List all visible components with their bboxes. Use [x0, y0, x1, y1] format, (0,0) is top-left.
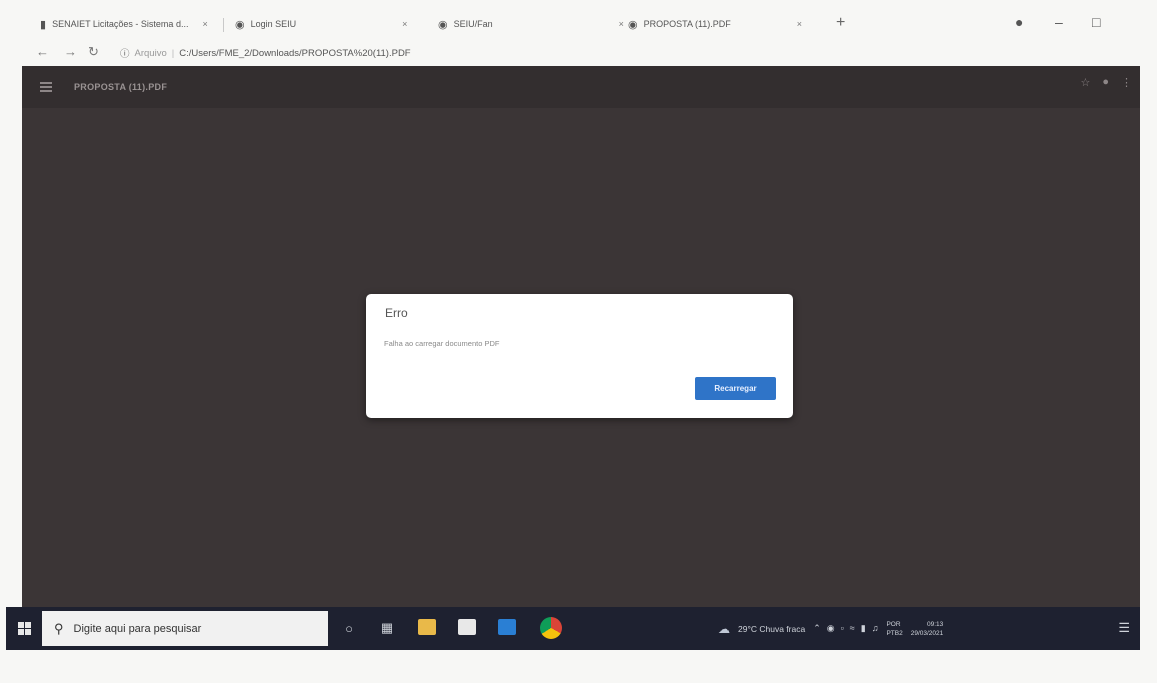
address-scheme: Arquivo: [134, 47, 167, 59]
tab-strip: ▮ SENAIET Licitações - Sistema d... × ◉ …: [30, 8, 1140, 38]
account-icon[interactable]: ●: [1102, 76, 1109, 89]
tab-divider: [223, 18, 224, 32]
language-indicator[interactable]: POR PTB2: [886, 620, 902, 638]
globe-icon: ◉: [235, 18, 245, 31]
cortana-icon[interactable]: ○: [340, 619, 358, 637]
dialog-title: Erro: [385, 306, 408, 320]
tab-login[interactable]: ◉ Login SEIU ×: [235, 12, 407, 36]
weather-cloud-icon[interactable]: ☁: [718, 622, 730, 636]
globe-icon: ◉: [438, 18, 448, 31]
close-icon[interactable]: ×: [797, 19, 802, 29]
menu-icon[interactable]: [40, 82, 52, 92]
keyboard-layout: PTB2: [886, 629, 903, 637]
clock-time: 09:13: [926, 620, 944, 628]
document-icon: ▮: [40, 18, 47, 31]
forward-icon[interactable]: →: [64, 44, 77, 59]
speaker-icon[interactable]: ♫: [872, 623, 879, 634]
tab-label: Login SEIU: [250, 19, 297, 29]
address-divider: |: [171, 47, 175, 59]
profile-icon[interactable]: ●: [1015, 14, 1023, 30]
search-placeholder: Digite aqui para pesquisar: [73, 622, 202, 635]
task-view-icon[interactable]: ▦: [378, 619, 396, 637]
chrome-icon[interactable]: [540, 617, 562, 639]
store-icon[interactable]: [458, 619, 476, 635]
more-options-icon[interactable]: ⋮: [1121, 76, 1132, 89]
security-icon[interactable]: ◉: [827, 623, 835, 634]
start-button[interactable]: [6, 607, 42, 650]
search-icon: ⚲: [54, 620, 64, 636]
tab-label: SENAIET Licitações - Sistema d...: [52, 19, 189, 29]
clock[interactable]: 09:13 29/03/2021: [911, 620, 944, 638]
chevron-up-icon[interactable]: ⌃: [813, 623, 821, 634]
pdf-viewer: PROPOSTA (11).PDF ☆ ● ⋮ Erro Falha ao ca…: [22, 66, 1140, 626]
close-icon[interactable]: ×: [619, 19, 624, 29]
clock-date: 29/03/2021: [910, 629, 944, 637]
network-icon[interactable]: ▫: [841, 623, 844, 634]
wifi-icon[interactable]: ≈: [850, 623, 855, 634]
weather-text[interactable]: 29°C Chuva fraca: [738, 624, 805, 634]
tab-label: PROPOSTA (11).PDF: [643, 19, 731, 29]
new-tab-button[interactable]: +: [836, 14, 845, 32]
restore-icon[interactable]: □: [1092, 14, 1100, 30]
tab-proposta[interactable]: ◉ PROPOSTA (11).PDF ×: [628, 12, 802, 36]
mail-icon[interactable]: [498, 619, 516, 635]
tab-licitacoes[interactable]: ▮ SENAIET Licitações - Sistema d... ×: [40, 12, 208, 36]
minimize-icon[interactable]: –: [1055, 14, 1063, 30]
address-bar[interactable]: ⓘ Arquivo | C:/Users/FME_2/Downloads/PRO…: [120, 44, 411, 62]
viewer-toolbar: PROPOSTA (11).PDF ☆ ● ⋮: [22, 66, 1140, 108]
windows-icon: [17, 622, 31, 635]
bookmark-star-icon[interactable]: ☆: [1080, 76, 1090, 89]
close-icon[interactable]: ×: [202, 19, 207, 29]
file-explorer-icon[interactable]: [418, 619, 436, 635]
tray-icons: ⌃ ◉ ▫ ≈ ▮ ♫: [813, 623, 878, 634]
notification-icon[interactable]: ☰: [1118, 620, 1130, 636]
taskbar-search[interactable]: ⚲ Digite aqui para pesquisar: [42, 611, 328, 646]
reload-icon[interactable]: ↻: [88, 44, 99, 60]
taskbar: ⚲ Digite aqui para pesquisar ○ ▦ ☁ 29°C …: [6, 607, 1140, 650]
tab-seiu[interactable]: ◉ SEIU/Fan ×: [438, 12, 624, 36]
viewer-actions: ☆ ● ⋮: [1080, 76, 1132, 89]
dialog-message: Falha ao carregar documento PDF: [384, 339, 500, 348]
back-icon[interactable]: ←: [36, 44, 49, 59]
battery-icon[interactable]: ▮: [861, 623, 866, 634]
info-icon: ⓘ: [120, 49, 130, 60]
reload-button[interactable]: Recarregar: [695, 377, 776, 400]
language-code: POR: [886, 620, 901, 628]
close-icon[interactable]: ×: [402, 19, 407, 29]
error-dialog: Erro Falha ao carregar documento PDF Rec…: [366, 294, 793, 418]
document-title: PROPOSTA (11).PDF: [74, 82, 168, 92]
system-tray: ☁ 29°C Chuva fraca ⌃ ◉ ▫ ≈ ▮ ♫ POR PTB2 …: [718, 607, 943, 650]
globe-icon: ◉: [628, 18, 638, 31]
browser-toolbar: ← → ↻ ⓘ Arquivo | C:/Users/FME_2/Downloa…: [30, 40, 1140, 66]
address-url: C:/Users/FME_2/Downloads/PROPOSTA%20(11)…: [179, 47, 411, 59]
tab-label: SEIU/Fan: [453, 19, 493, 29]
